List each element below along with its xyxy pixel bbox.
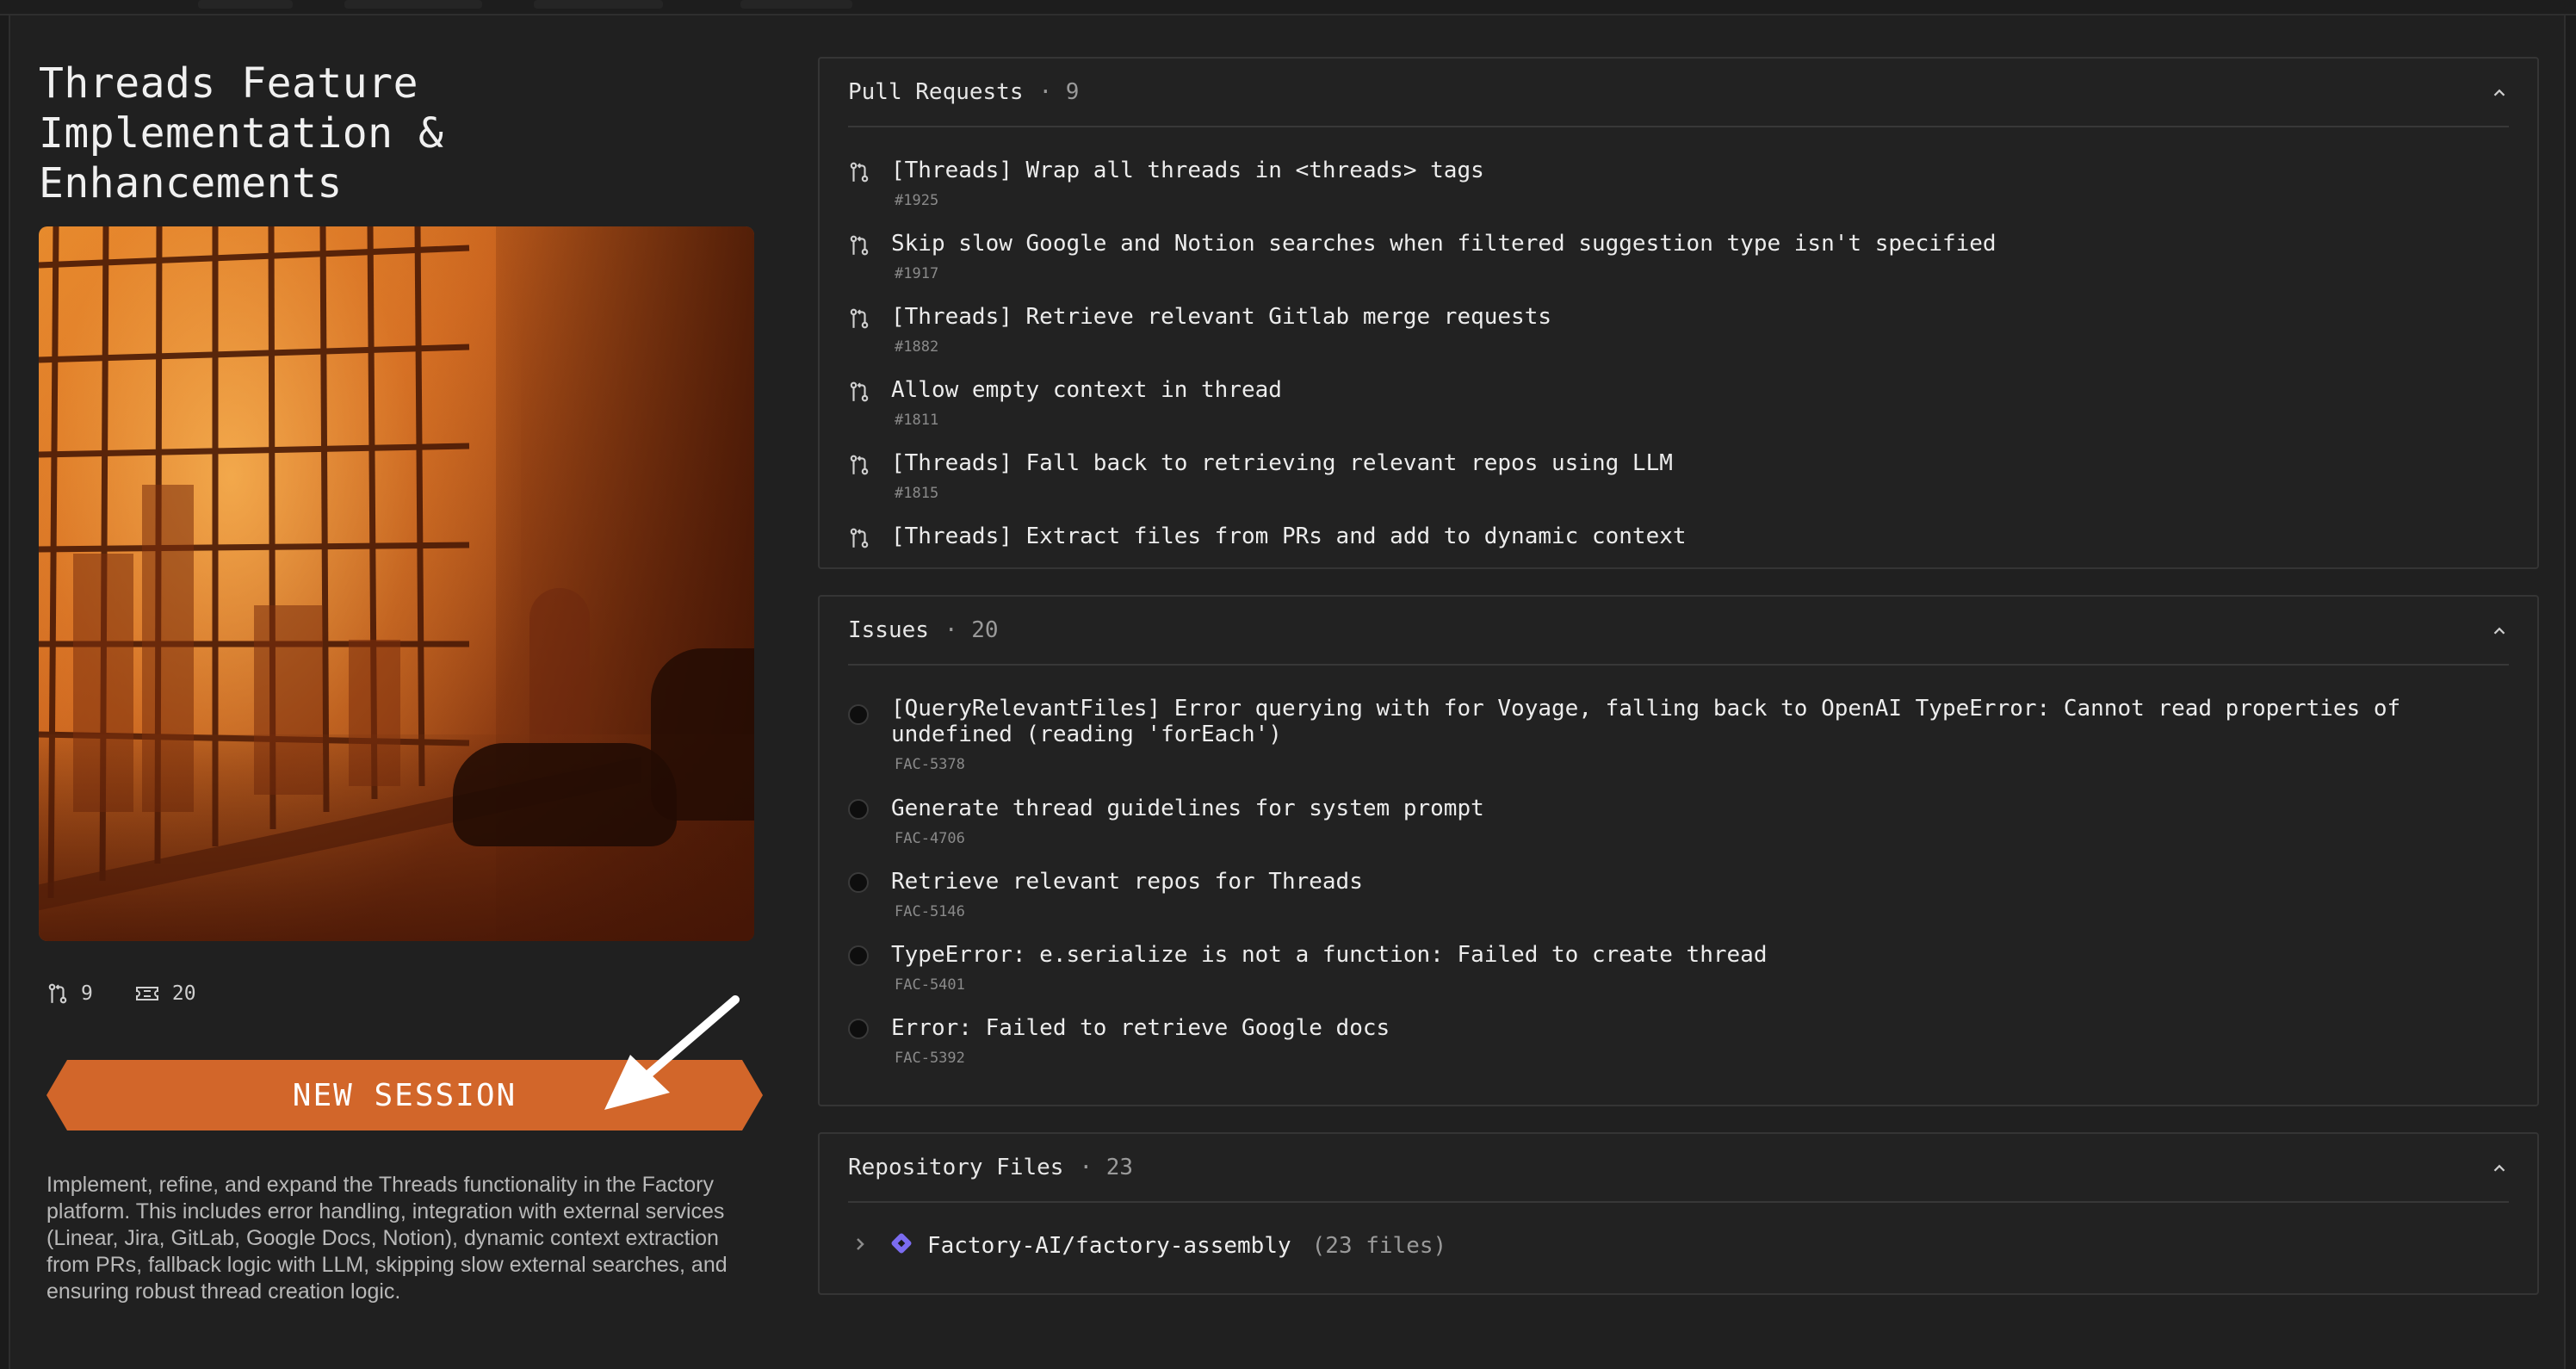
chevron-up-icon[interactable] [2490,621,2509,647]
git-pull-request-icon [848,527,870,553]
pull-requests-title: Pull Requests [848,79,1024,105]
pr-title: [Threads] Wrap all threads in <threads> … [891,158,1484,183]
chevron-right-icon[interactable] [853,1233,867,1259]
issue-list-item[interactable]: Error: Failed to retrieve Google docs FA… [848,1015,2509,1084]
tab-ghost [534,0,663,9]
pr-list-item[interactable]: [Threads] Extract files from PRs and add… [848,523,2509,567]
issue-id: FAC-4706 [895,830,965,847]
app-frame: Threads Feature Implementation & Enhance… [0,0,2576,1369]
repo-diamond-icon [889,1231,913,1261]
git-pull-request-icon [848,161,870,187]
project-stats: 9 20 [46,978,227,1009]
pull-requests-count: · 9 [1038,79,1080,105]
issue-count-stat: 20 [134,982,196,1005]
project-title: Threads Feature Implementation & Enhance… [39,59,444,208]
issue-status-icon [848,704,869,725]
project-cover-image [39,226,754,941]
issue-status-icon [848,1019,869,1039]
git-pull-request-icon [848,307,870,333]
issue-id: FAC-5392 [895,1050,965,1067]
pull-requests-header[interactable]: Pull Requests · 9 [848,59,2509,127]
chevron-up-icon[interactable] [2490,83,2509,108]
project-description: Implement, refine, and expand the Thread… [46,1173,728,1304]
issues-title: Issues [848,617,929,643]
pr-list-item[interactable]: [Threads] Fall back to retrieving releva… [848,450,2509,519]
new-session-button[interactable]: NEW SESSION [46,1060,763,1131]
pull-requests-card: Pull Requests · 9 [Threads] Wrap all thr… [818,57,2539,569]
tab-ghost [740,0,852,9]
issue-title: TypeError: e.serialize is not a function… [891,942,1768,968]
issues-count: · 20 [944,617,999,643]
pr-number: #1882 [895,338,939,356]
issue-status-icon [848,799,869,820]
issue-id: FAC-5378 [895,756,965,773]
pr-number: #1925 [895,192,939,209]
pr-list-item[interactable]: Allow empty context in thread #1811 [848,377,2509,446]
project-panel: Threads Feature Implementation & Enhance… [9,15,2566,1369]
repository-files-header[interactable]: Repository Files · 23 [848,1134,2509,1203]
git-pull-request-icon [46,982,69,1005]
pr-number: #1815 [895,485,939,502]
repository-files-card: Repository Files · 23 Factory-AI/factory… [818,1132,2539,1295]
issues-card: Issues · 20 [QueryRelevantFiles] Error q… [818,595,2539,1106]
repo-file-count: (23 files) [1311,1233,1447,1259]
issue-title: Retrieve relevant repos for Threads [891,869,1363,895]
issue-status-icon [848,945,869,966]
git-pull-request-icon [848,234,870,260]
pr-list-item[interactable]: [Threads] Wrap all threads in <threads> … [848,158,2509,226]
git-pull-request-icon [848,454,870,480]
issue-title: Generate thread guidelines for system pr… [891,796,1484,821]
tab-ghost [198,0,293,9]
issue-status-icon [848,872,869,893]
top-tab-strip [0,0,2576,15]
pr-list-item[interactable]: [Threads] Retrieve relevant Gitlab merge… [848,304,2509,373]
pr-list-item[interactable]: Skip slow Google and Notion searches whe… [848,231,2509,300]
issue-title: Error: Failed to retrieve Google docs [891,1015,1390,1041]
repo-name: Factory-AI/factory-assembly [927,1233,1291,1259]
repository-files-count: · 23 [1079,1155,1134,1180]
pr-title: Skip slow Google and Notion searches whe… [891,231,1997,257]
repo-tree-item[interactable]: Factory-AI/factory-assembly (23 files) [848,1229,2509,1263]
issue-list-item[interactable]: Generate thread guidelines for system pr… [848,796,2509,864]
pr-title: [Threads] Fall back to retrieving releva… [891,450,1673,476]
pr-title: [Threads] Retrieve relevant Gitlab merge… [891,304,1552,330]
issue-list-item[interactable]: [QueryRelevantFiles] Error querying with… [848,696,2509,773]
repository-files-title: Repository Files [848,1155,1064,1180]
pr-number: #1811 [895,412,939,429]
pr-count: 9 [81,982,93,1005]
pr-title: Allow empty context in thread [891,377,1282,403]
pr-title: [Threads] Extract files from PRs and add… [891,523,1687,549]
issue-title: [QueryRelevantFiles] Error querying with… [891,696,2401,747]
issue-id: FAC-5401 [895,976,965,994]
issue-id: FAC-5146 [895,903,965,920]
pr-number: #1917 [895,265,939,282]
issue-list-item[interactable]: TypeError: e.serialize is not a function… [848,942,2509,1011]
issue-list-item[interactable]: Retrieve relevant repos for Threads FAC-… [848,869,2509,938]
pr-count-stat: 9 [46,982,93,1005]
tab-ghost [344,0,482,9]
chevron-up-icon[interactable] [2490,1158,2509,1184]
issue-count: 20 [171,982,196,1005]
git-pull-request-icon [848,381,870,406]
ticket-icon [134,983,160,1004]
issues-header[interactable]: Issues · 20 [848,597,2509,666]
